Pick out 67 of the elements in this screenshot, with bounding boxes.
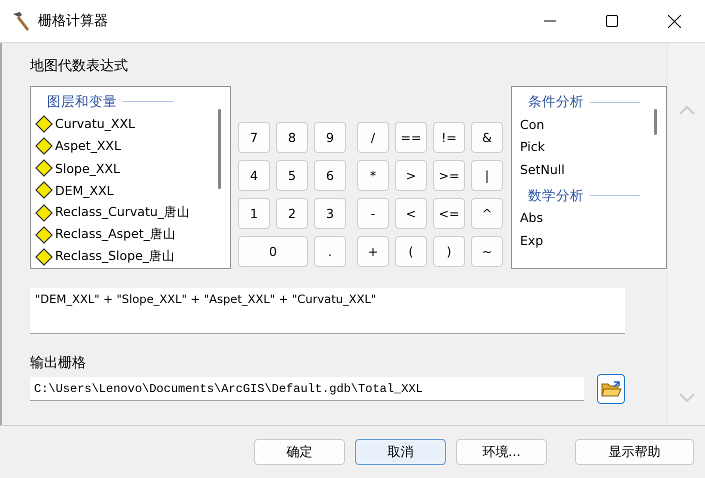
- keypad-button[interactable]: 1: [238, 198, 270, 229]
- layer-diamond-icon: [35, 226, 53, 244]
- dialog-button[interactable]: 环境...: [456, 439, 547, 465]
- keypad-button[interactable]: ): [433, 236, 465, 267]
- keypad-button[interactable]: !=: [433, 122, 465, 153]
- keypad-button[interactable]: 8: [276, 122, 308, 153]
- function-item[interactable]: Pick: [520, 139, 545, 154]
- layer-diamond-icon: [35, 181, 53, 200]
- layer-diamond-icon: [35, 159, 53, 178]
- scrollbar-thumb[interactable]: [654, 109, 656, 135]
- browse-button[interactable]: [597, 374, 625, 404]
- layer-diamond-icon: [35, 204, 53, 222]
- layer-item[interactable]: Reclass_Curvatu_唐山: [55, 204, 190, 222]
- folder-icon: [600, 379, 622, 399]
- scroll-down-icon[interactable]: [678, 393, 694, 403]
- keypad-button[interactable]: >=: [433, 160, 465, 191]
- keypad-button[interactable]: 6: [314, 160, 346, 191]
- keypad-button[interactable]: *: [357, 160, 389, 191]
- keypad-button[interactable]: 9: [314, 122, 346, 153]
- layer-diamond-icon: [35, 136, 53, 155]
- keypad-button[interactable]: &: [471, 122, 503, 153]
- keypad-button[interactable]: >: [395, 160, 427, 191]
- keypad-button[interactable]: 7: [238, 122, 270, 153]
- close-icon: [668, 14, 680, 28]
- output-path-field[interactable]: C:\Users\Lenovo\Documents\ArcGIS\Default.gdb\Total_XXL: [30, 377, 584, 401]
- function-item[interactable]: SetNull: [520, 162, 565, 177]
- keypad-button[interactable]: |: [471, 160, 503, 191]
- list-heading: 数学分析: [528, 186, 584, 204]
- keypad-button[interactable]: +: [357, 236, 389, 267]
- layer-item[interactable]: Slope_XXL: [55, 160, 120, 176]
- layer-item[interactable]: Curvatu_XXL: [55, 116, 136, 132]
- dialog-button[interactable]: 显示帮助: [575, 439, 694, 465]
- window-title: 栅格计算器: [38, 12, 109, 30]
- layer-item[interactable]: Reclass_Slope_唐山: [55, 248, 176, 266]
- minimize-icon: [544, 20, 556, 22]
- expression-field[interactable]: "DEM_XXL" + "Slope_XXL" + "Aspet_XXL" + "Curvatu_XXL": [30, 288, 625, 334]
- keypad-button[interactable]: .: [314, 236, 346, 267]
- keypad-button[interactable]: <=: [433, 198, 465, 229]
- function-item[interactable]: Con: [520, 116, 544, 132]
- keypad-button[interactable]: 4: [238, 160, 270, 191]
- layer-diamond-icon: [35, 248, 53, 266]
- maximize-icon: [606, 15, 618, 27]
- keypad-button[interactable]: ~: [471, 236, 503, 267]
- keypad-button[interactable]: 3: [314, 198, 346, 229]
- list-heading: 图层和变量: [47, 92, 117, 111]
- list-heading: 条件分析: [528, 93, 584, 111]
- function-item[interactable]: Exp: [520, 232, 544, 248]
- dialog-button[interactable]: 确定: [254, 439, 345, 465]
- layer-item[interactable]: Reclass_Aspet_唐山: [55, 226, 176, 244]
- layer-diamond-icon: [35, 114, 53, 133]
- keypad-button[interactable]: (: [395, 236, 427, 267]
- keypad-button[interactable]: ^: [471, 198, 503, 229]
- dialog-button[interactable]: 取消: [355, 439, 446, 465]
- keypad-button[interactable]: 5: [276, 160, 308, 191]
- layer-item[interactable]: DEM_XXL: [55, 182, 114, 198]
- keypad-button[interactable]: 0: [238, 236, 308, 267]
- keypad-button[interactable]: /: [357, 122, 389, 153]
- keypad-button[interactable]: ==: [395, 122, 427, 153]
- section-label: 地图代数表达式: [30, 57, 129, 75]
- layer-item[interactable]: Aspet_XXL: [55, 138, 121, 154]
- keypad-button[interactable]: 2: [276, 198, 308, 229]
- scrollbar-thumb[interactable]: [218, 109, 220, 189]
- function-item[interactable]: Abs: [520, 210, 543, 226]
- keypad-button[interactable]: <: [395, 198, 427, 229]
- output-label: 输出栅格: [30, 354, 87, 372]
- scroll-up-icon[interactable]: [678, 105, 694, 115]
- keypad-button[interactable]: -: [357, 198, 389, 229]
